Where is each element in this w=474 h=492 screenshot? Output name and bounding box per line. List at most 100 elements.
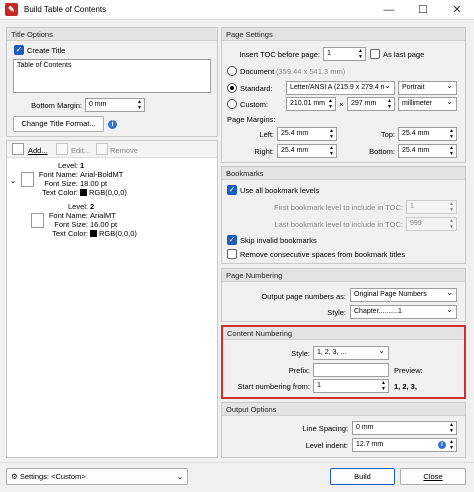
use-all-levels-checkbox[interactable]: ✓ <box>227 185 237 195</box>
level-1-font-name: Arial-BoldMT <box>80 170 124 179</box>
content-numbering-header: Content Numbering <box>223 327 464 340</box>
prefix-input[interactable] <box>313 363 389 377</box>
level-1-font-size-label: Font Size: <box>44 179 78 188</box>
edit-level-button[interactable]: Edit... <box>71 146 90 155</box>
level-1-value: 1 <box>80 161 85 170</box>
content-style-select[interactable]: 1, 2, 3, ... <box>313 346 389 360</box>
last-level-label: Last bookmark level to include in TOC: <box>274 220 403 229</box>
add-level-icon <box>12 143 24 155</box>
app-icon: ✎ <box>5 3 18 16</box>
close-button[interactable]: Close <box>400 468 466 485</box>
times-sign: × <box>339 100 344 109</box>
standard-radio[interactable] <box>227 83 237 93</box>
output-page-numbers-label: Output page numbers as: <box>261 292 346 301</box>
level-1-level-label: Level: <box>57 161 78 170</box>
first-level-input[interactable]: 1 ▲ ▼ <box>406 200 457 214</box>
preview-label: Preview: <box>394 366 423 375</box>
preview-value: 1, 2, 3, <box>394 382 417 391</box>
bottom-margin-input[interactable]: 0 mm ▲ ▼ <box>85 98 145 112</box>
content-style-label: Style: <box>291 349 310 358</box>
insert-toc-label: Insert TOC before page: <box>239 50 320 59</box>
line-spacing-input[interactable]: 0 mm ▲ ▼ <box>352 421 457 435</box>
right-margin-input[interactable]: 25.4 mm ▲ ▼ <box>277 144 337 158</box>
bottom-margin-page-input[interactable]: 25.4 mm ▲ ▼ <box>398 144 457 158</box>
level-1-font-size: 18.00 pt <box>80 179 108 188</box>
color-swatch <box>80 189 87 196</box>
remove-level-icon <box>96 143 108 155</box>
right-margin-label: Right: <box>254 147 274 156</box>
level-1-text-color-label: Text Color: <box>42 188 78 197</box>
toc-level-icon <box>31 213 44 228</box>
skip-invalid-label: Skip invalid bookmarks <box>240 236 317 245</box>
page-settings-header: Page Settings <box>222 28 465 41</box>
level-2-font-name-label: Font Name: <box>48 211 88 220</box>
top-margin-label: Top: <box>380 130 395 139</box>
document-size: (359.44 x 541.3 mm) <box>276 67 346 76</box>
document-label: Document <box>240 67 275 76</box>
settings-select[interactable]: ⚙ Settings: <Custom> ⌄ <box>6 468 188 485</box>
maximize-button[interactable]: ☐ <box>406 0 440 20</box>
line-spacing-label: Line Spacing: <box>302 424 348 433</box>
toc-level-icon <box>21 172 34 187</box>
remove-spaces-checkbox[interactable] <box>227 249 237 259</box>
custom-radio[interactable] <box>227 99 237 109</box>
title-options-header: Title Options <box>7 28 217 41</box>
collapse-chevron-icon[interactable]: ⌄ <box>10 176 16 185</box>
top-margin-input[interactable]: 25.4 mm ▲ ▼ <box>398 127 457 141</box>
as-last-page-label: As last page <box>383 50 425 59</box>
custom-height-input[interactable]: 297 mm ▲ ▼ <box>347 97 395 111</box>
start-numbering-input[interactable]: 1 ▲ ▼ <box>313 379 389 393</box>
output-options-header: Output Options <box>222 403 465 416</box>
create-title-checkbox[interactable]: ✓ <box>14 45 24 55</box>
last-level-input[interactable]: 999 ▲ ▼ <box>406 217 457 231</box>
bookmarks-header: Bookmarks <box>222 167 465 180</box>
change-title-format-button[interactable]: Change Title Format... <box>13 116 104 132</box>
minimize-button[interactable]: — <box>372 0 406 20</box>
orientation-select[interactable]: Portrait <box>398 81 457 95</box>
remove-spaces-label: Remove consecutive spaces from bookmark … <box>240 250 406 259</box>
bottom-margin-label: Bottom Margin: <box>31 101 82 110</box>
level-2-text-color-label: Text Color: <box>52 229 88 238</box>
page-numbering-style-select[interactable]: Chapter..........1 <box>350 305 457 319</box>
bottom-margin-page-label: Bottom: <box>369 147 395 156</box>
standard-size-select[interactable]: Letter/ANSI A (215.9 x 279.4 n <box>286 81 395 95</box>
level-2-value: 2 <box>90 202 95 211</box>
create-title-label: Create Title <box>27 46 66 55</box>
title-text-field[interactable]: Table of Contents <box>13 59 211 93</box>
level-indent-label: Level indent: <box>305 441 348 450</box>
settings-icon: ⚙ <box>11 472 20 481</box>
left-margin-input[interactable]: 25.4 mm ▲ ▼ <box>277 127 337 141</box>
level-2-text-color: RGB(0,0,0) <box>90 229 137 238</box>
build-button[interactable]: Build <box>330 468 395 485</box>
left-margin-label: Left: <box>259 130 274 139</box>
output-page-numbers-select[interactable]: Original Page Numbers <box>350 288 457 302</box>
color-swatch <box>90 230 97 237</box>
skip-invalid-checkbox[interactable]: ✓ <box>227 235 237 245</box>
level-2-font-size: 16.00 pt <box>90 220 118 229</box>
page-numbering-style-label: Style: <box>327 308 346 317</box>
window-title: Build Table of Contents <box>24 5 107 14</box>
prefix-label: Prefix: <box>288 366 310 375</box>
start-numbering-label: Start numbering from: <box>237 382 310 391</box>
first-level-label: First bookmark level to include in TOC: <box>274 203 403 212</box>
close-window-button[interactable]: ✕ <box>440 0 474 20</box>
edit-level-icon <box>56 143 68 155</box>
page-margins-label: Page Margins: <box>227 115 276 124</box>
insert-toc-input[interactable]: 1 ▲ ▼ <box>323 47 366 61</box>
page-numbering-header: Page Numbering <box>222 269 465 282</box>
level-2-level-label: Level: <box>67 202 88 211</box>
level-2-font-size-label: Font Size: <box>54 220 88 229</box>
info-icon[interactable]: i <box>108 120 117 129</box>
as-last-page-checkbox[interactable] <box>370 49 380 59</box>
add-level-button[interactable]: Add... <box>28 146 48 155</box>
use-all-levels-label: Use all bookmark levels <box>240 186 320 195</box>
level-1-text-color: RGB(0,0,0) <box>80 188 127 197</box>
units-select[interactable]: millimeter <box>398 97 457 111</box>
level-indent-info-icon[interactable]: i <box>438 441 446 449</box>
custom-width-input[interactable]: 210.01 mm ▲ ▼ <box>286 97 336 111</box>
custom-label: Custom: <box>240 100 268 109</box>
document-radio[interactable] <box>227 66 237 76</box>
level-1-font-name-label: Font Name: <box>38 170 78 179</box>
standard-label: Standard: <box>240 84 273 93</box>
remove-level-button[interactable]: Remove <box>110 146 138 155</box>
